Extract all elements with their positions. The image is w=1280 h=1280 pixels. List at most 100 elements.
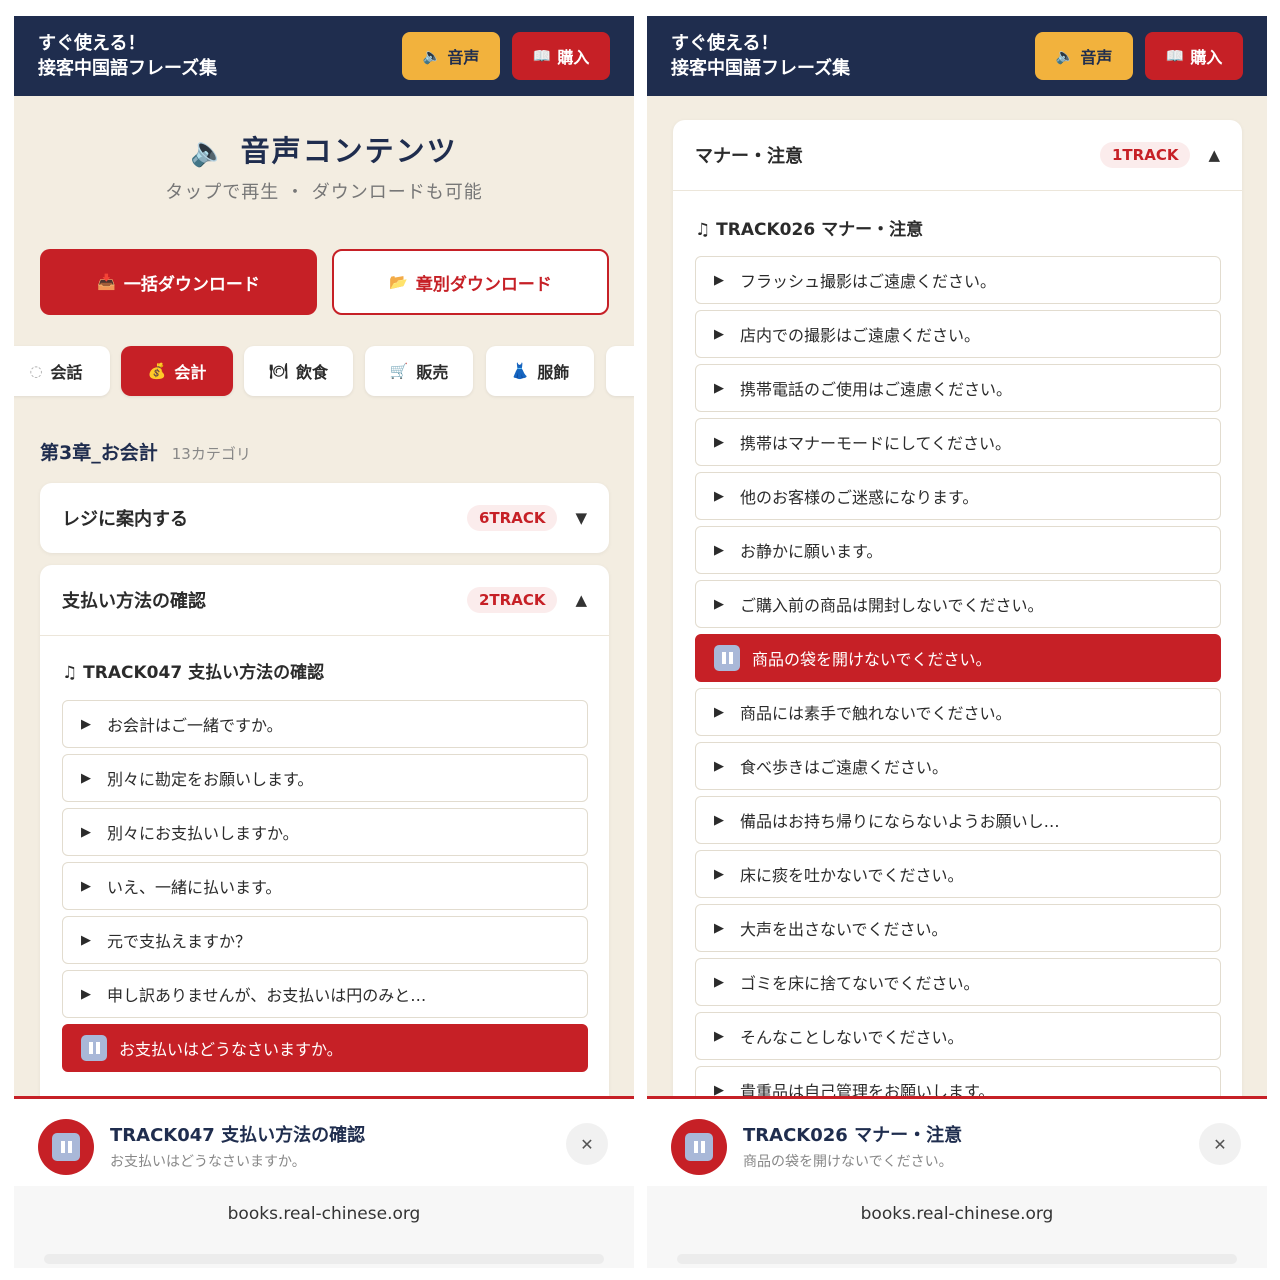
chapter-title: 第3章_お会計 (40, 442, 158, 464)
player-pause-button[interactable] (671, 1119, 727, 1175)
buy-button[interactable]: 📖 購入 (1145, 32, 1243, 80)
phrase-text: 申し訳ありませんが、お支払いは円のみと… (107, 986, 427, 1005)
audio-button[interactable]: 🔈 音声 (402, 32, 500, 80)
play-icon: ▶ (714, 596, 724, 612)
phrase-text: お会計はご一緒ですか。 (107, 716, 283, 735)
chip-label: 服飾 (537, 363, 570, 382)
play-icon: ▶ (81, 932, 91, 948)
audio-player: TRACK026 マナー・注意 商品の袋を開けないでください。 ✕ (647, 1096, 1267, 1186)
phrase-row[interactable]: ▶ 商品には素手で触れないでください。 (695, 688, 1221, 736)
browser-url-bar[interactable]: books.real-chinese.org (647, 1186, 1267, 1268)
phrase-row[interactable]: ▶ ゴミを床に捨てないでください。 (695, 958, 1221, 1006)
phrase-text: 大声を出さないでください。 (740, 920, 948, 939)
phrase-row-playing[interactable]: お支払いはどうなさいますか。 (62, 1024, 588, 1072)
phrase-row[interactable]: ▶ 別々に勘定をお願いします。 (62, 754, 588, 802)
chip-sales[interactable]: 🛒 販売 (365, 346, 473, 396)
speaker-icon: 🔈 (190, 134, 229, 168)
chip-label: 会話 (50, 363, 83, 382)
brand-title[interactable]: すぐ使える！ 接客中国語フレーズ集 (671, 31, 1023, 81)
right-screen: すぐ使える！ 接客中国語フレーズ集 🔈 音声 📖 購入 マナー・注意 1TRAC… (647, 16, 1267, 1268)
phrase-row[interactable]: ▶ いえ、一緒に払います。 (62, 862, 588, 910)
phrase-row[interactable]: ▶ 携帯はマナーモードにしてください。 (695, 418, 1221, 466)
pause-icon (685, 1133, 713, 1161)
brand-line-2: 接客中国語フレーズ集 (38, 58, 218, 79)
phrase-row[interactable]: ▶ 申し訳ありませんが、お支払いは円のみと… (62, 970, 588, 1018)
pause-icon (81, 1035, 107, 1061)
phrase-row[interactable]: ▶ そんなことしないでください。 (695, 1012, 1221, 1060)
play-icon: ▶ (714, 866, 724, 882)
dress-icon: 👗 (510, 361, 530, 380)
play-icon: ▶ (714, 488, 724, 504)
buy-button[interactable]: 📖 購入 (512, 32, 610, 80)
chevron-up-icon: ▲ (575, 591, 587, 609)
app-header: すぐ使える！ 接客中国語フレーズ集 🔈 音声 📖 購入 (647, 16, 1267, 96)
speaker-icon: 🔈 (422, 46, 442, 65)
phrase-row[interactable]: ▶ 食べ歩きはご遠慮ください。 (695, 742, 1221, 790)
phrase-row[interactable]: ▶ 大声を出さないでください。 (695, 904, 1221, 952)
phrase-row[interactable]: ▶ お静かに願います。 (695, 526, 1221, 574)
download-chapter-button[interactable]: 📂 章別ダウンロード (332, 249, 609, 315)
phrase-row[interactable]: ▶ お会計はご一緒ですか。 (62, 700, 588, 748)
play-icon: ▶ (714, 758, 724, 774)
chapter-count: 13カテゴリ (171, 445, 251, 463)
accordion-title: レジに案内する (62, 509, 188, 530)
accordion-header[interactable]: マナー・注意 1TRACK ▲ (673, 120, 1242, 190)
phrase-row-playing[interactable]: 商品の袋を開けないでください。 (695, 634, 1221, 682)
phrase-row[interactable]: ▶ 他のお客様のご迷惑になります。 (695, 472, 1221, 520)
chip-next[interactable] (606, 346, 634, 396)
chip-dining[interactable]: 🍽 飲食 (244, 346, 353, 396)
speaker-icon: 🔈 (1055, 46, 1075, 65)
player-phrase: 商品の袋を開けないでください。 (743, 1154, 953, 1170)
money-bag-icon: 💰 (147, 361, 167, 380)
home-indicator (44, 1254, 604, 1264)
divider (673, 190, 1242, 191)
book-icon: 📖 (532, 46, 552, 65)
audio-player: TRACK047 支払い方法の確認 お支払いはどうなさいますか。 ✕ (14, 1096, 634, 1186)
phrase-text: 床に痰を吐かないでください。 (740, 866, 964, 885)
chevron-up-icon: ▲ (1208, 146, 1220, 164)
phrase-text: 元で支払えますか？ (107, 932, 252, 951)
play-icon: ▶ (714, 380, 724, 396)
app-header: すぐ使える！ 接客中国語フレーズ集 🔈 音声 📖 購入 (14, 16, 634, 96)
close-icon[interactable]: ✕ (1199, 1123, 1241, 1165)
player-pause-button[interactable] (38, 1119, 94, 1175)
phrase-row[interactable]: ▶ 別々にお支払いしますか。 (62, 808, 588, 856)
phrase-text: 商品には素手で触れないでください。 (740, 704, 1012, 723)
phrase-text: お支払いはどうなさいますか。 (119, 1040, 343, 1059)
audio-button[interactable]: 🔈 音声 (1035, 32, 1133, 80)
chip-conversation[interactable]: ◌ 会話 (14, 346, 110, 396)
brand-title[interactable]: すぐ使える！ 接客中国語フレーズ集 (38, 31, 390, 81)
accordion-register[interactable]: レジに案内する 6TRACK ▼ (40, 483, 609, 553)
track-count-badge: 2TRACK (466, 587, 558, 613)
music-note-icon: ♫ (695, 220, 711, 240)
chip-clothing[interactable]: 👗 服飾 (486, 346, 594, 396)
phrase-row[interactable]: ▶ 店内での撮影はご遠慮ください。 (695, 310, 1221, 358)
accordion-header[interactable]: 支払い方法の確認 2TRACK ▲ (40, 565, 609, 635)
download-chapter-label: 章別ダウンロード (415, 274, 552, 295)
chip-accounting[interactable]: 💰 会計 (121, 346, 233, 396)
audio-button-label: 音声 (1080, 48, 1113, 67)
phrase-text: 別々に勘定をお願いします。 (107, 770, 314, 789)
close-icon[interactable]: ✕ (566, 1123, 608, 1165)
category-chips: ◌ 会話 💰 会計 🍽 飲食 🛒 販売 👗 服飾 (14, 346, 634, 396)
accordion-header[interactable]: レジに案内する 6TRACK ▼ (40, 483, 609, 553)
browser-url-bar[interactable]: books.real-chinese.org (14, 1186, 634, 1268)
pause-icon (714, 645, 740, 671)
track-title-text: TRACK047 支払い方法の確認 (83, 663, 325, 683)
phrase-row[interactable]: ▶ 備品はお持ち帰りにならないようお願いし… (695, 796, 1221, 844)
download-all-button[interactable]: 📥 一括ダウンロード (40, 249, 317, 315)
divider (40, 635, 609, 636)
phrase-row[interactable]: ▶ フラッシュ撮影はご遠慮ください。 (695, 256, 1221, 304)
book-icon: 📖 (1165, 46, 1185, 65)
dining-icon: 🍽 (268, 361, 289, 380)
phrase-row[interactable]: ▶ 携帯電話のご使用はご遠慮ください。 (695, 364, 1221, 412)
phrase-row[interactable]: ▶ 元で支払えますか？ (62, 916, 588, 964)
play-icon: ▶ (81, 716, 91, 732)
chip-label: 販売 (416, 363, 449, 382)
phrase-row[interactable]: ▶ ご購入前の商品は開封しないでください。 (695, 580, 1221, 628)
phrase-text: 食べ歩きはご遠慮ください。 (740, 758, 949, 777)
accordion-payment: 支払い方法の確認 2TRACK ▲ ♫ TRACK047 支払い方法の確認 ▶ お… (40, 565, 609, 1125)
play-icon: ▶ (714, 812, 724, 828)
phrase-text: 携帯はマナーモードにしてください。 (740, 434, 1012, 453)
phrase-row[interactable]: ▶ 床に痰を吐かないでください。 (695, 850, 1221, 898)
